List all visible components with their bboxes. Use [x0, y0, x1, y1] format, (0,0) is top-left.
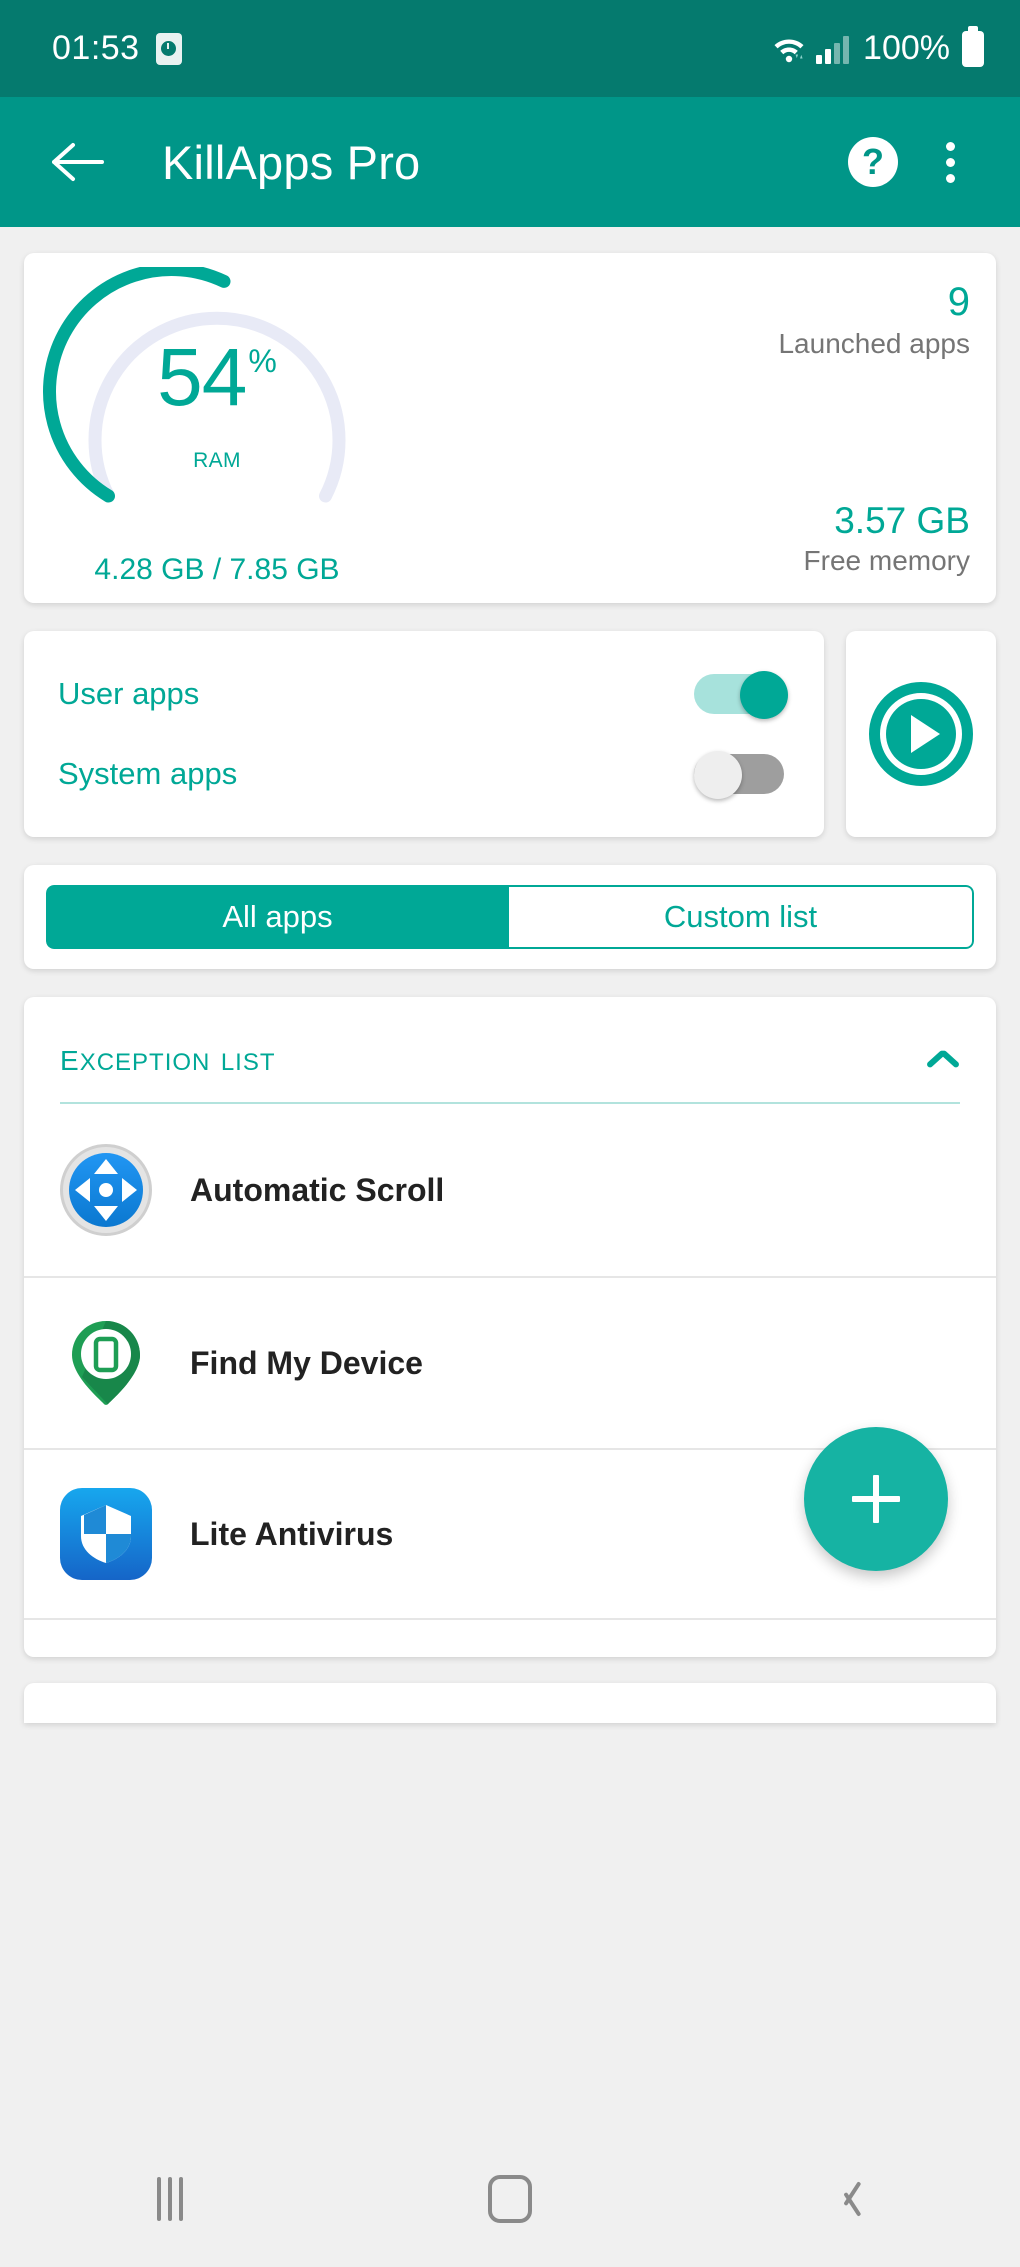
start-kill-button[interactable] — [846, 631, 996, 837]
system-apps-row[interactable]: System apps — [58, 741, 788, 807]
status-bar: 01:53 100% — [0, 0, 1020, 97]
cellular-signal-icon — [816, 34, 850, 64]
user-apps-row[interactable]: User apps — [58, 661, 788, 727]
ram-percent-value: 54 — [157, 332, 247, 423]
battery-full-icon — [962, 25, 984, 67]
exception-list-header[interactable]: Exception list — [24, 997, 996, 1102]
back-icon[interactable] — [790, 2144, 910, 2254]
system-navigation-bar — [0, 2130, 1020, 2267]
list-mode-segmented-control: All apps Custom list — [46, 885, 974, 949]
list-item-label: Automatic Scroll — [190, 1171, 445, 1208]
memory-summary-card: 54 % RAM 4.28 GB / 7.85 GB 9 Launched ap… — [24, 253, 996, 603]
list-item-label: Lite Antivirus — [190, 1515, 394, 1552]
find-my-device-icon — [60, 1317, 152, 1409]
chevron-up-icon[interactable] — [926, 1048, 960, 1068]
main-content: 54 % RAM 4.28 GB / 7.85 GB 9 Launched ap… — [0, 227, 1020, 2130]
add-exception-button[interactable] — [804, 1427, 948, 1571]
back-arrow-icon[interactable] — [50, 134, 106, 190]
exception-list-card: Exception list Automatic Scroll — [24, 997, 996, 1657]
ram-usage-detail: 4.28 GB / 7.85 GB — [94, 553, 340, 586]
ram-percent-symbol: % — [248, 343, 277, 379]
wifi-icon — [770, 32, 808, 66]
status-bar-clock: 01:53 — [52, 29, 140, 67]
tab-all-apps[interactable]: All apps — [46, 885, 509, 949]
system-apps-label: System apps — [58, 756, 238, 791]
launched-apps-count: 9 — [947, 280, 970, 324]
list-item[interactable]: Find My Device — [24, 1276, 996, 1448]
play-circle-icon — [869, 682, 973, 786]
page-title: KillApps Pro — [162, 135, 421, 189]
automatic-scroll-icon — [60, 1144, 152, 1236]
phone-screen: 01:53 100% KillApps Pro ? 54 % RAM 4.28 … — [0, 0, 1020, 2267]
list-mode-tabs-card: All apps Custom list — [24, 865, 996, 969]
home-icon[interactable] — [450, 2144, 570, 2254]
free-memory-stat: 3.57 GB Free memory — [804, 501, 970, 577]
free-memory-label: Free memory — [803, 544, 970, 576]
next-card-peek — [24, 1683, 996, 1723]
ram-gauge-label: RAM — [193, 449, 241, 472]
ram-gauge: 54 % RAM — [42, 267, 392, 537]
battery-percent-label: 100% — [863, 29, 950, 67]
alarm-clock-icon — [155, 32, 182, 65]
tab-custom-list[interactable]: Custom list — [509, 885, 974, 949]
ram-gauge-center: 54 % RAM — [42, 267, 392, 537]
user-apps-label: User apps — [58, 676, 200, 711]
free-memory-value: 3.57 GB — [834, 500, 970, 541]
launched-apps-stat: 9 Launched apps — [778, 280, 970, 360]
recents-icon[interactable] — [110, 2144, 230, 2254]
exception-list-title: Exception list — [60, 1035, 276, 1079]
system-apps-toggle[interactable] — [694, 751, 788, 799]
filters-row: User apps System apps — [24, 631, 996, 837]
overflow-menu-icon[interactable] — [924, 134, 976, 190]
status-bar-right: 100% — [770, 25, 984, 68]
app-filter-card: User apps System apps — [24, 631, 824, 837]
list-item-label: Find My Device — [190, 1344, 423, 1381]
app-bar: KillApps Pro ? — [0, 97, 1020, 227]
list-item[interactable]: Automatic Scroll — [24, 1104, 996, 1276]
status-bar-left: 01:53 — [52, 29, 182, 68]
lite-antivirus-icon — [60, 1488, 152, 1580]
launched-apps-label: Launched apps — [778, 328, 970, 360]
user-apps-toggle[interactable] — [694, 671, 788, 719]
help-circle-icon[interactable]: ? — [848, 137, 898, 187]
ram-percent: 54 % — [157, 337, 277, 419]
